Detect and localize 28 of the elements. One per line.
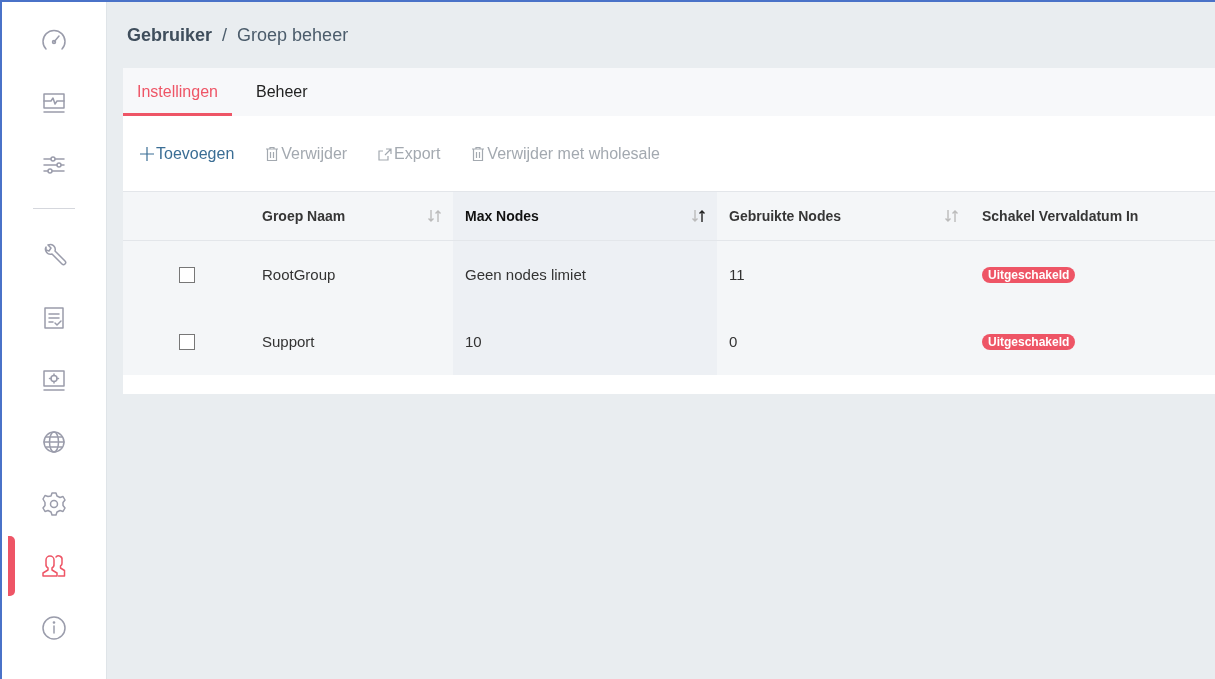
table-cell: Geen nodes limiet [465,266,586,283]
status-badge: Uitgeschakeld [982,266,1076,283]
info-icon[interactable] [40,614,68,642]
globe-icon[interactable] [40,428,68,456]
row-checkbox[interactable] [178,266,195,283]
table-cell: RootGroup [262,266,336,283]
sort-icon[interactable] [691,209,707,223]
status-badge: Uitgeschakeld [982,333,1076,350]
users-icon[interactable] [40,552,68,580]
row-checkbox[interactable] [178,333,195,350]
breadcrumb-current: Groep beheer [237,24,349,46]
export-icon [377,145,394,162]
settings-icon[interactable] [40,490,68,518]
table-cell: 10 [465,333,482,350]
tab[interactable]: Beheer [241,68,322,116]
trash-icon [470,145,487,162]
toolbar-button[interactable]: Toevoegen [139,144,235,163]
table-cell: 11 [729,266,745,283]
column-header[interactable]: Schakel Vervaldatum In [982,208,1139,224]
column-header[interactable]: Gebruikte Nodes [729,208,842,224]
trash-icon [264,145,281,162]
table-cell: Support [262,333,315,350]
table-cell: 0 [729,333,738,350]
breadcrumb-link[interactable]: Gebruiker [127,24,213,46]
column-header[interactable]: Groep Naam [262,208,346,224]
plus-icon [139,145,155,162]
breadcrumb-separator: / [222,24,228,46]
column-header[interactable]: Max Nodes [465,208,539,224]
